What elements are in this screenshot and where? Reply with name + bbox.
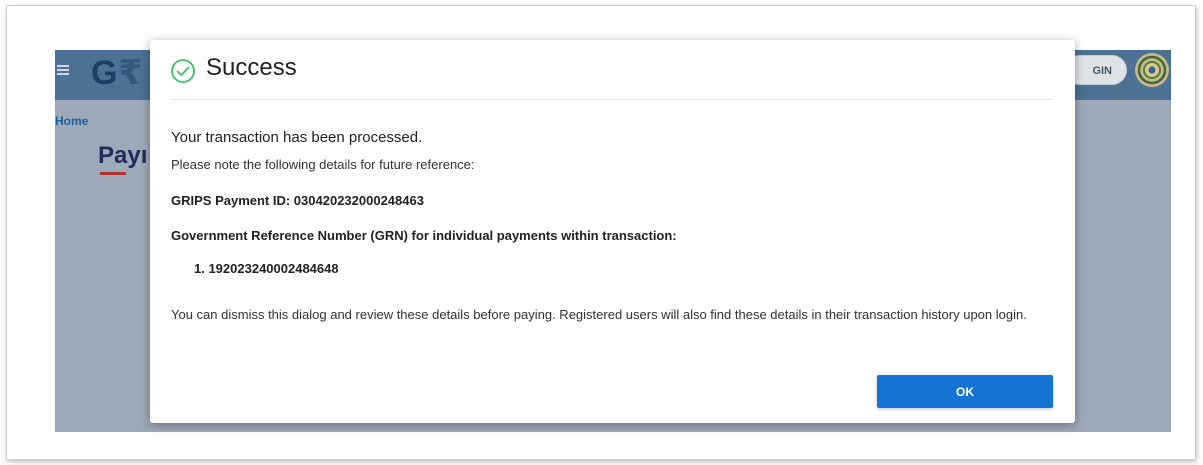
dismiss-info-text: You can dismiss this dialog and review t… <box>171 307 1027 322</box>
reference-note: Please note the following details for fu… <box>171 157 475 172</box>
success-dialog: Success Your transaction has been proces… <box>150 40 1075 423</box>
dialog-title: Success <box>206 54 297 81</box>
grn-heading: Government Reference Number (GRN) for in… <box>171 228 677 243</box>
ok-button[interactable]: OK <box>877 375 1053 408</box>
check-circle-icon <box>170 58 196 84</box>
screenshot-frame: G₹ GIN Home Payı Success Your transactio… <box>6 5 1196 460</box>
page-title: Payı <box>98 142 148 169</box>
state-emblem-icon <box>1135 53 1169 87</box>
payment-id: GRIPS Payment ID: 030420232000248463 <box>171 193 424 208</box>
grips-logo[interactable]: G₹ <box>91 53 143 93</box>
logo-letter: G <box>91 54 119 92</box>
grn-list-item: 1. 192023240002484648 <box>194 261 339 276</box>
breadcrumb-home[interactable]: Home <box>55 114 88 128</box>
transaction-message: Your transaction has been processed. <box>171 129 423 146</box>
dialog-divider <box>170 99 1053 100</box>
hamburger-menu-icon[interactable] <box>57 65 69 75</box>
title-underline <box>100 172 126 175</box>
logo-rupee-glyph: ₹ <box>118 54 144 92</box>
